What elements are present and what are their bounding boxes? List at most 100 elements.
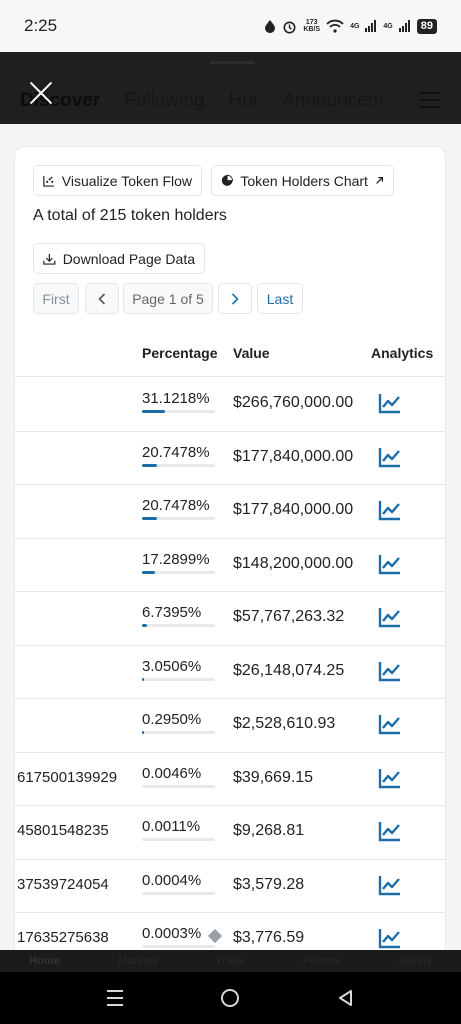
- percentage-bar-fill: [142, 677, 145, 681]
- holder-percentage: 0.0004%: [142, 871, 202, 889]
- data-saver-icon: [265, 20, 276, 33]
- download-page-data-button[interactable]: Download Page Data: [33, 243, 205, 274]
- percentage-bar-fill: [142, 731, 144, 734]
- analytics-chart-icon[interactable]: [378, 820, 402, 842]
- download-icon: [43, 253, 56, 265]
- holder-address[interactable]: 617500139929: [17, 769, 117, 786]
- signal-label-2: 4G: [383, 22, 393, 30]
- first-page-button[interactable]: First: [33, 283, 79, 314]
- holder-value: $57,767,263.32: [233, 608, 345, 625]
- percentage-bar-fill: [142, 410, 165, 413]
- table-row: 17.2899% $148,200,000.00: [15, 539, 445, 592]
- holder-percentage: 3.0506%: [142, 657, 202, 675]
- percentage-bar-fill: [142, 570, 155, 574]
- scatter-chart-icon: [43, 175, 54, 187]
- holder-value: $266,760,000.00: [233, 394, 354, 411]
- close-icon[interactable]: [28, 80, 54, 106]
- analytics-chart-icon[interactable]: [378, 874, 402, 896]
- percentage-bar: [142, 891, 215, 895]
- bottom-tab-markets[interactable]: Markets: [118, 955, 157, 967]
- holder-address[interactable]: 45801548235: [17, 822, 109, 839]
- bottom-tab-trade[interactable]: Trade: [216, 955, 244, 967]
- analytics-chart-icon[interactable]: [378, 446, 402, 468]
- table-row: 3.0506% $26,148,074.25: [15, 646, 445, 699]
- chevron-right-icon: [231, 292, 239, 305]
- page-indicator: Page 1 of 5: [123, 283, 213, 314]
- holder-value: $9,268.81: [233, 822, 305, 839]
- table-header: Percentage Value Analytics: [15, 335, 445, 377]
- holder-value: $2,528,610.93: [233, 715, 336, 732]
- recents-icon[interactable]: [107, 990, 123, 1006]
- holder-percentage: 20.7478%: [142, 443, 210, 461]
- analytics-chart-icon[interactable]: [378, 553, 402, 575]
- holder-address[interactable]: 17635275638: [17, 929, 109, 946]
- status-icons: 173 KB/S 4G 4G 89: [264, 18, 437, 34]
- back-icon[interactable]: [337, 989, 355, 1007]
- percentage-bar: [142, 517, 215, 520]
- table-row: 20.7478% $177,840,000.00: [15, 485, 445, 539]
- analytics-chart-icon[interactable]: [378, 392, 402, 414]
- analytics-chart-icon[interactable]: [378, 499, 402, 521]
- table-row: 20.7478% $177,840,000.00: [15, 432, 445, 485]
- visualize-token-flow-label: Visualize Token Flow: [61, 172, 192, 189]
- holder-percentage: 6.7395%: [142, 604, 202, 621]
- next-page-button[interactable]: [218, 283, 252, 314]
- column-header-analytics: Analytics: [371, 345, 434, 361]
- holder-percentage: 20.7478%: [142, 497, 210, 514]
- percentage-bar: [142, 624, 215, 627]
- net-speed: 173 KB/S: [303, 19, 321, 33]
- percentage-bar: [142, 784, 215, 788]
- token-holders-page: Visualize Token Flow Token Holders Chart…: [0, 124, 461, 950]
- table-row: 37539724054 0.0004% $3,579.28: [15, 860, 445, 913]
- table-row: 0.2950% $2,528,610.93: [15, 699, 445, 753]
- holder-address[interactable]: 37539724054: [17, 876, 109, 893]
- percentage-bar: [142, 731, 215, 734]
- battery-icon: 89: [416, 18, 437, 34]
- analytics-chart-icon[interactable]: [378, 767, 402, 789]
- wifi-icon: [326, 19, 344, 33]
- holder-percentage: 0.0003%: [142, 925, 202, 942]
- token-holders-chart-button[interactable]: Token Holders Chart: [211, 165, 394, 196]
- external-link-icon: [376, 177, 383, 184]
- percentage-bar-fill: [142, 463, 158, 467]
- chevron-left-icon: [98, 292, 106, 305]
- analytics-chart-icon[interactable]: [378, 927, 402, 949]
- menu-icon[interactable]: [419, 92, 441, 108]
- tab-following[interactable]: Following: [124, 90, 204, 112]
- table-row: 45801548235 0.0011% $9,268.81: [15, 806, 445, 860]
- holder-value: $177,840,000.00: [233, 501, 354, 518]
- system-nav-bar: [0, 972, 461, 1024]
- column-header-value: Value: [233, 345, 270, 361]
- analytics-chart-icon[interactable]: [378, 606, 402, 628]
- bottom-tab-bar: Home Markets Trade Futures Assets: [0, 950, 461, 972]
- holder-value: $26,148,074.25: [233, 661, 345, 679]
- holder-percentage: 0.2950%: [142, 711, 202, 728]
- percentage-bar: [142, 838, 215, 841]
- previous-page-button[interactable]: [85, 283, 119, 314]
- holder-value: $39,669.15: [233, 768, 314, 786]
- bottom-tab-home[interactable]: Home: [29, 955, 60, 967]
- table-row: 31.1218% $266,760,000.00: [15, 378, 445, 432]
- app-header: Discover Following Hot Announcem: [0, 52, 461, 124]
- holder-percentage: 17.2899%: [142, 550, 210, 568]
- bottom-tab-futures[interactable]: Futures: [303, 955, 340, 967]
- drag-handle[interactable]: [210, 61, 255, 64]
- alarm-icon: [283, 21, 296, 33]
- tab-announcements[interactable]: Announcem: [282, 90, 383, 112]
- bottom-tab-assets[interactable]: Assets: [399, 955, 432, 967]
- holders-card: Visualize Token Flow Token Holders Chart…: [14, 146, 446, 950]
- holder-value: $3,579.28: [233, 875, 305, 893]
- percentage-bar-fill: [142, 517, 158, 520]
- home-icon[interactable]: [221, 989, 239, 1007]
- visualize-token-flow-button[interactable]: Visualize Token Flow: [33, 165, 202, 196]
- last-page-button[interactable]: Last: [257, 283, 303, 314]
- analytics-chart-icon[interactable]: [378, 660, 402, 682]
- percentage-bar: [142, 945, 215, 948]
- percentage-bar: [142, 677, 215, 681]
- signal-icon: [365, 20, 377, 32]
- percentage-bar-fill: [142, 624, 147, 627]
- tab-hot[interactable]: Hot: [229, 90, 259, 112]
- analytics-chart-icon[interactable]: [378, 713, 402, 735]
- download-page-data-label: Download Page Data: [62, 250, 195, 267]
- holder-value: $3,776.59: [233, 929, 305, 946]
